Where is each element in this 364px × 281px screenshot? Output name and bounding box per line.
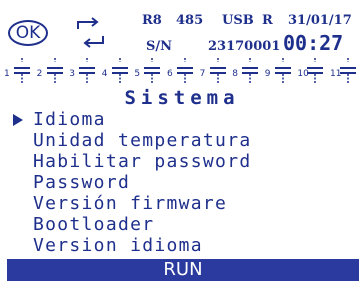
- r8-indicator: R8: [142, 13, 162, 28]
- channel-indicator: 5: [134, 56, 164, 86]
- channel-indicator: 8: [232, 56, 262, 86]
- channel-number: 5: [134, 69, 141, 79]
- time-display: 00:27: [283, 31, 344, 55]
- capacitor-icon: [209, 58, 226, 83]
- menu-item[interactable]: Versión firmware: [12, 193, 360, 214]
- menu-item-label: Idioma: [33, 109, 106, 130]
- menu-item-label: Habilitar password: [33, 151, 252, 172]
- channel-indicator: 10: [297, 56, 327, 86]
- serial-label: S/N: [146, 39, 173, 54]
- channel-indicator: 2: [37, 56, 67, 86]
- channel-indicator: 6: [167, 56, 197, 86]
- channel-number: 9: [264, 69, 271, 79]
- page-title: Sistema: [124, 87, 240, 109]
- channel-indicator: 1: [4, 56, 34, 86]
- capacitor-icon: [46, 58, 63, 83]
- capacitor-icon: [307, 58, 324, 83]
- menu-item[interactable]: Habilitar password: [12, 151, 360, 172]
- channel-indicator: 9: [265, 56, 295, 86]
- system-menu: Idioma Unidad temperatura Habilitar passwo…: [12, 109, 360, 256]
- menu-item[interactable]: Bootloader: [12, 214, 360, 235]
- capacitor-icon: [340, 58, 356, 83]
- serial-number: 23170001: [208, 39, 281, 54]
- capacitor-icon: [274, 58, 291, 83]
- channel-number: 2: [36, 69, 43, 79]
- rs485-indicator: 485: [176, 13, 204, 28]
- channel-indicator: 11: [330, 56, 360, 86]
- controller-screen: OK R8 485 USB R 31/01/17 S/N 23170001 00…: [0, 0, 364, 281]
- channel-number: 7: [199, 69, 206, 79]
- capacitor-icon: [111, 58, 128, 83]
- menu-item[interactable]: Idioma: [12, 109, 360, 130]
- menu-item-label: Unidad temperatura: [33, 130, 252, 151]
- menu-item[interactable]: Version idioma: [12, 235, 360, 256]
- channel-indicator: 4: [102, 56, 132, 86]
- menu-item-label: Versión firmware: [33, 193, 228, 214]
- selection-cursor-icon: [13, 114, 23, 126]
- run-status-bar: RUN: [7, 259, 359, 281]
- menu-item[interactable]: Password: [12, 172, 360, 193]
- date-display: 31/01/17: [288, 13, 352, 28]
- usb-indicator: USB: [222, 13, 254, 28]
- menu-item-label: Version idioma: [33, 235, 203, 256]
- channel-indicator: 7: [200, 56, 230, 86]
- channel-number: 3: [69, 69, 75, 79]
- capacitor-icon: [177, 58, 193, 83]
- menu-item-label: Password: [33, 172, 131, 193]
- r-indicator: R: [262, 13, 273, 28]
- channel-number: 8: [232, 69, 238, 79]
- menu-item-label: Bootloader: [33, 214, 155, 235]
- channel-number: 1: [4, 69, 10, 79]
- channel-indicator: 3: [69, 56, 99, 86]
- channel-number: 6: [167, 69, 173, 79]
- capacitor-icon: [79, 58, 96, 83]
- channel-number: 4: [101, 69, 108, 79]
- menu-item[interactable]: Unidad temperatura: [12, 130, 360, 151]
- sync-icon: [77, 17, 104, 48]
- capacitor-icon: [14, 58, 30, 83]
- capacitor-icon: [144, 58, 161, 83]
- ok-indicator[interactable]: OK: [8, 20, 48, 46]
- capacitor-icon: [242, 58, 259, 83]
